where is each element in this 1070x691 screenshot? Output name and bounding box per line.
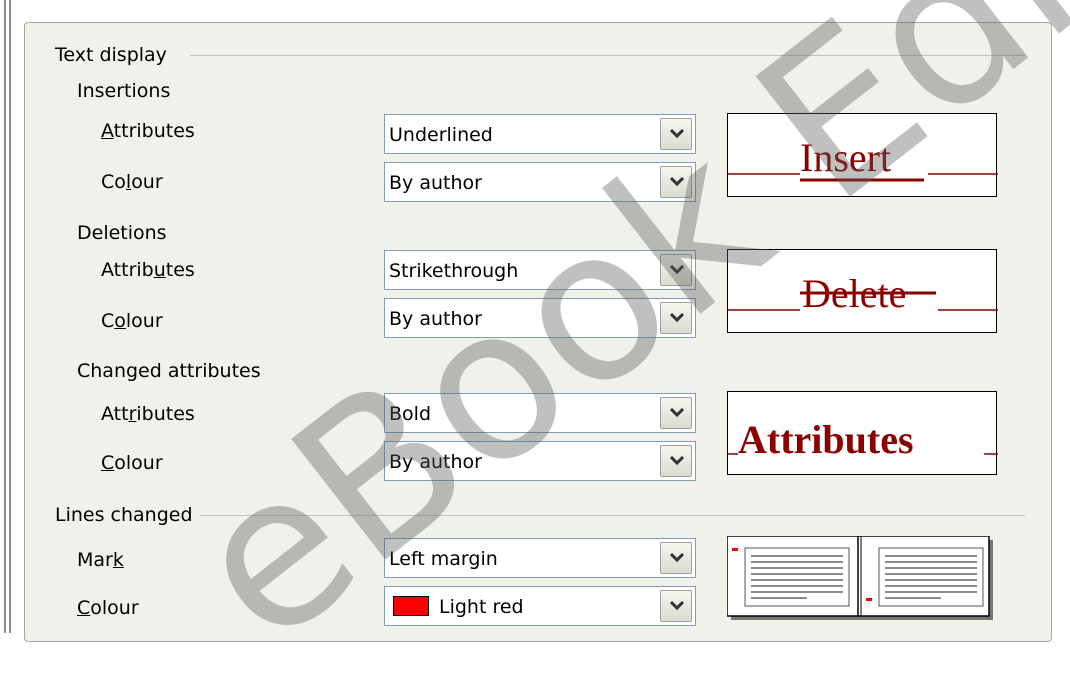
chevron-down-icon xyxy=(670,129,684,139)
subsection-deletions: Deletions xyxy=(77,222,167,244)
chevron-down-icon xyxy=(670,601,684,611)
window-border xyxy=(4,0,6,633)
changed-attributes-label: Attributes xyxy=(101,403,195,425)
dropdown-button[interactable] xyxy=(660,445,692,477)
changed-colour-value: By author xyxy=(389,451,482,473)
insertions-preview: Insert xyxy=(727,113,998,197)
dropdown-button[interactable] xyxy=(660,166,692,198)
lines-colour-select[interactable]: Light red xyxy=(384,586,696,626)
dropdown-button[interactable] xyxy=(660,397,692,429)
subsection-changed-attributes: Changed attributes xyxy=(77,360,261,382)
insertions-colour-label: Colour xyxy=(101,171,163,193)
separator-lines-changed xyxy=(200,515,1025,516)
changed-colour-label: Colour xyxy=(101,452,163,474)
chevron-down-icon xyxy=(670,313,684,323)
lines-mark-value: Left margin xyxy=(389,548,498,570)
dropdown-button[interactable] xyxy=(660,254,692,286)
subsection-insertions: Insertions xyxy=(77,80,171,102)
deletions-colour-label: Colour xyxy=(101,310,163,332)
window-border-inner xyxy=(9,0,11,633)
lines-colour-label: Colour xyxy=(77,597,139,619)
chevron-down-icon xyxy=(670,553,684,563)
chevron-down-icon xyxy=(670,456,684,466)
insertions-attributes-value: Underlined xyxy=(389,124,493,146)
deletions-attributes-select[interactable]: Strikethrough xyxy=(384,250,696,290)
color-swatch-icon xyxy=(393,595,429,616)
page-thumbnail-icon xyxy=(726,535,993,620)
deletions-preview: Delete xyxy=(727,249,998,333)
dropdown-button[interactable] xyxy=(660,590,692,622)
deletions-attributes-value: Strikethrough xyxy=(389,260,519,282)
changed-colour-select[interactable]: By author xyxy=(384,441,696,481)
lines-changed-preview xyxy=(726,535,997,624)
changed-attributes-preview: Attributes xyxy=(727,391,998,475)
insertions-attributes-label: Attributes xyxy=(101,120,195,142)
lines-colour-value: Light red xyxy=(389,595,524,619)
lines-mark-select[interactable]: Left margin xyxy=(384,538,696,578)
insertions-colour-value: By author xyxy=(389,172,482,194)
lines-colour-text: Light red xyxy=(439,596,524,618)
attributes-preview-text: Attributes xyxy=(738,417,914,462)
insert-preview-drawing: Insert xyxy=(728,135,998,182)
deletions-attributes-label: Attributes xyxy=(101,259,195,281)
changed-attributes-select[interactable]: Bold xyxy=(384,393,696,433)
deletions-colour-select[interactable]: By author xyxy=(384,298,696,338)
insert-preview-text: Insert xyxy=(800,135,891,180)
section-text-display: Text display xyxy=(55,44,167,66)
attributes-preview-drawing: Attributes xyxy=(728,417,998,462)
insertions-colour-select[interactable]: By author xyxy=(384,162,696,202)
deletions-colour-value: By author xyxy=(389,308,482,330)
section-lines-changed: Lines changed xyxy=(55,504,193,526)
dropdown-button[interactable] xyxy=(660,542,692,574)
changed-attributes-value: Bold xyxy=(389,403,431,425)
chevron-down-icon xyxy=(670,177,684,187)
dropdown-button[interactable] xyxy=(660,118,692,150)
dropdown-button[interactable] xyxy=(660,302,692,334)
lines-mark-label: Mark xyxy=(77,549,124,571)
insertions-attributes-select[interactable]: Underlined xyxy=(384,114,696,154)
chevron-down-icon xyxy=(670,408,684,418)
delete-preview-drawing: Delete xyxy=(728,271,998,316)
chevron-down-icon xyxy=(670,265,684,275)
separator-text-display xyxy=(190,55,1025,56)
